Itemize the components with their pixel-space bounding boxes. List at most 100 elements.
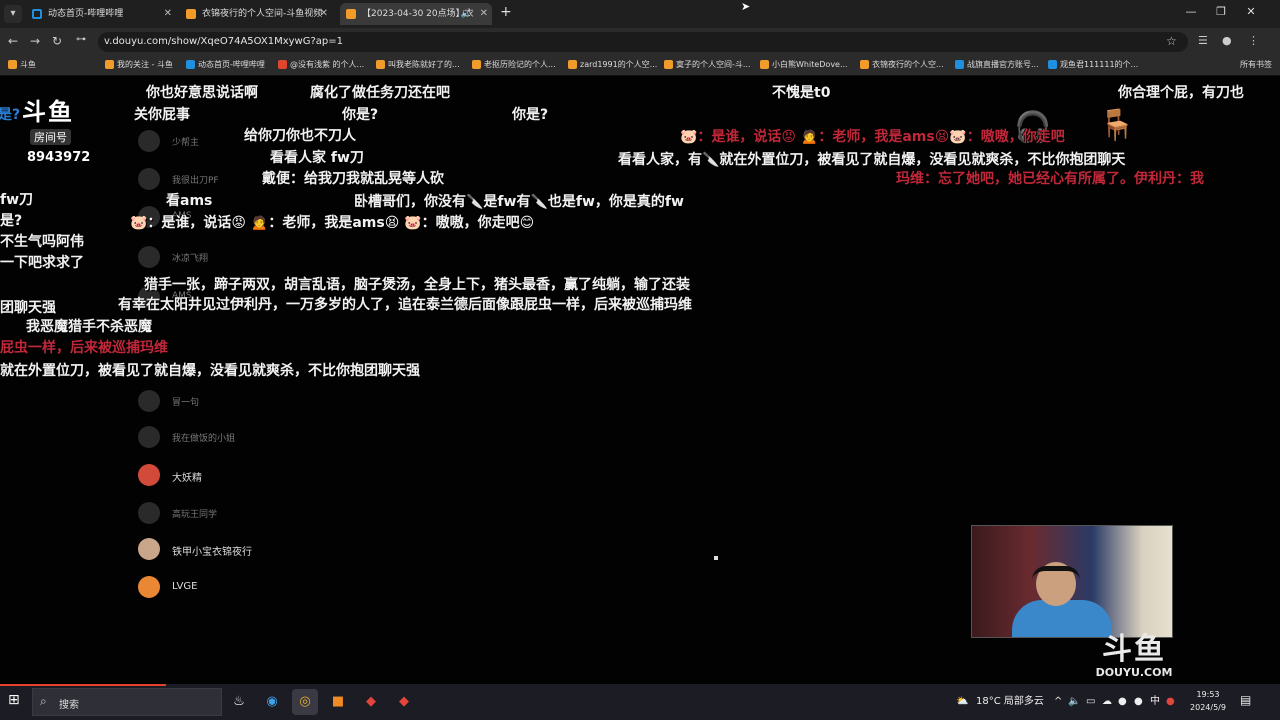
douyu-app-icon-2[interactable]: ◆ bbox=[391, 689, 417, 715]
menu-icon[interactable]: ⋮ bbox=[1248, 34, 1259, 47]
reload-button[interactable]: ↻ bbox=[52, 34, 62, 48]
bookmarks-bar: 所有书签 斗鱼 我的关注 - 斗鱼 动态首页-哔哩哔哩 @没有浅紫 的个人... 叫我老… bbox=[0, 56, 1280, 76]
bookmark-item[interactable]: 斗鱼 bbox=[8, 59, 36, 70]
bookmark-item[interactable]: 我的关注 - 斗鱼 bbox=[105, 59, 173, 70]
network-icon[interactable]: ▭ bbox=[1086, 684, 1095, 720]
video-progress-bar[interactable] bbox=[0, 684, 166, 686]
danmaku-comment: 看看人家，有🔪就在外置位刀，被看见了就自爆，没看见就爽杀，不比你抱团聊天 bbox=[618, 152, 1126, 168]
bookmark-star-icon[interactable]: ☆ bbox=[1166, 34, 1177, 48]
steam-icon[interactable]: ♨ bbox=[226, 689, 252, 715]
player-item: 高玩王同学 bbox=[138, 500, 338, 528]
bookmark-item[interactable]: 寞子的个人空间-斗... bbox=[664, 59, 751, 70]
taskbar-search[interactable]: ⌕ 搜索 bbox=[32, 688, 222, 716]
tray-app-icon-2[interactable]: ● bbox=[1134, 684, 1143, 720]
video-player[interactable]: 少帮主 我很出刀PF AMS 冰凉飞翔 AMS 冒一句 我在做饭的小姐 大妖精 高玩王同学 铁甲小… bbox=[0, 76, 1280, 684]
new-tab-button[interactable]: + bbox=[500, 4, 512, 20]
player-avatar-icon bbox=[138, 538, 160, 560]
tab-title: 衣锦夜行的个人空间-斗鱼视频 bbox=[202, 9, 323, 19]
bookmark-item[interactable]: 动态首页-哔哩哔哩 bbox=[186, 59, 265, 70]
profile-icon[interactable]: ● bbox=[1222, 34, 1232, 47]
volume-icon[interactable]: 🔈 bbox=[1068, 684, 1080, 720]
windows-start-icon[interactable]: ⊞ bbox=[8, 692, 24, 708]
cloud-icon[interactable]: ☁ bbox=[1102, 684, 1112, 720]
close-icon[interactable]: ✕ bbox=[164, 3, 172, 25]
bookmark-item[interactable]: @没有浅紫 的个人... bbox=[278, 59, 364, 70]
bookmark-item[interactable]: zard1991的个人空... bbox=[568, 59, 657, 70]
clock-time: 19:53 bbox=[1196, 690, 1220, 699]
douyu-app-icon[interactable]: ◆ bbox=[358, 689, 384, 715]
player-name: 大妖精 bbox=[172, 473, 202, 484]
player-name: 冰凉飞翔 bbox=[172, 254, 209, 264]
minimize-button[interactable]: — bbox=[1181, 5, 1201, 18]
tray-chevron-icon[interactable]: ^ bbox=[1054, 684, 1062, 720]
player-item: 冰凉飞翔 bbox=[138, 244, 338, 272]
tray-app-icon[interactable]: ● bbox=[1118, 684, 1127, 720]
close-icon[interactable]: ✕ bbox=[480, 3, 488, 25]
tab-current-video[interactable]: 【2023-04-30 20点场】衣 🔈 ✕ bbox=[340, 3, 492, 25]
danmaku-comment: 玛维：忘了她吧，她已经心有所属了。伊利丹：我 bbox=[896, 171, 1204, 187]
notification-icon[interactable]: ▤ bbox=[1240, 693, 1251, 707]
tab-douyu-space[interactable]: 衣锦夜行的个人空间-斗鱼视频 ✕ bbox=[180, 3, 332, 25]
address-bar[interactable]: v.douyu.com/show/XqeO74A5OX1MxywG?ap=1 bbox=[98, 32, 1188, 52]
danmaku-comment: 是? bbox=[0, 213, 23, 229]
player-item: 大妖精 bbox=[138, 462, 338, 490]
bookmark-item[interactable]: 观鱼君111111的个... bbox=[1048, 59, 1138, 70]
player-avatar-icon bbox=[138, 426, 160, 448]
player-avatar-icon bbox=[138, 502, 160, 524]
player-name: 高玩王同学 bbox=[172, 510, 218, 520]
bookmark-item[interactable]: 衣锦夜行的个人空... bbox=[860, 59, 944, 70]
tab-search-button[interactable]: ▾ bbox=[4, 5, 22, 23]
player-avatar-icon bbox=[138, 576, 160, 598]
player-name: 我很出刀PF bbox=[172, 176, 219, 186]
forward-button[interactable]: → bbox=[30, 34, 40, 48]
danmaku-comment: 卧槽哥们，你没有🔪是fw有🔪也是fw，你是真的fw bbox=[354, 194, 684, 210]
site-info-icon[interactable]: ⊶ bbox=[76, 34, 86, 45]
back-button[interactable]: ← bbox=[8, 34, 18, 48]
search-icon: ⌕ bbox=[40, 694, 47, 708]
chrome-icon[interactable]: ◎ bbox=[292, 689, 318, 715]
player-item: 冒一句 bbox=[138, 388, 338, 416]
danmaku-comment: 给你刀你也不刀人 bbox=[244, 128, 356, 144]
ime-indicator[interactable]: 中 bbox=[1150, 684, 1160, 720]
close-icon[interactable]: ✕ bbox=[320, 3, 328, 25]
room-number: 8943972 bbox=[27, 150, 91, 165]
app-orange-icon[interactable]: ■ bbox=[325, 689, 351, 715]
danmaku-comment: 关你屁事 bbox=[134, 107, 190, 123]
close-window-button[interactable]: ✕ bbox=[1241, 5, 1261, 18]
bookmark-favicon-icon bbox=[376, 60, 385, 69]
edge-icon[interactable]: ◉ bbox=[259, 689, 285, 715]
danmaku-comment: 不生气吗阿伟 bbox=[0, 234, 84, 250]
player-avatar-icon bbox=[138, 246, 160, 268]
restore-button[interactable]: ❐ bbox=[1211, 5, 1231, 18]
danmaku-comment: 不愧是t0 bbox=[772, 85, 831, 101]
weather-icon[interactable]: ⛅ bbox=[956, 684, 968, 720]
streamer-webcam bbox=[971, 525, 1173, 638]
speaker-icon[interactable]: 🔈 bbox=[461, 3, 472, 25]
reading-list-icon[interactable]: ☰ bbox=[1198, 34, 1208, 47]
player-avatar-icon bbox=[138, 390, 160, 412]
bookmark-label: 动态首页-哔哩哔哩 bbox=[198, 60, 265, 69]
bookmark-item[interactable]: 老抠历险记的个人... bbox=[472, 59, 556, 70]
bookmark-item[interactable]: 小白熊WhiteDove... bbox=[760, 59, 848, 70]
watermark-logo: 斗鱼 bbox=[1102, 632, 1166, 667]
bookmark-label: 叫我老陈就好了的... bbox=[388, 60, 460, 69]
bookmark-item[interactable]: 叫我老陈就好了的... bbox=[376, 59, 460, 70]
danmaku-comment: 猎手一张，蹄子两双，胡言乱语，脑子煲汤，全身上下，猪头最香，赢了纯躺，输了还装 bbox=[144, 277, 690, 293]
bookmark-item[interactable]: 战旗直播官方账号... bbox=[955, 59, 1039, 70]
danmaku-comment: 是? bbox=[0, 107, 21, 123]
system-clock[interactable]: 19:53 2024/5/9 bbox=[1188, 688, 1228, 714]
danmaku-comment: 屁虫一样，后来被巡捕玛维 bbox=[0, 340, 168, 356]
tray-app-icon-3[interactable]: ● bbox=[1166, 684, 1175, 720]
player-avatar-icon bbox=[138, 168, 160, 190]
weather-text[interactable]: 18°C 局部多云 bbox=[976, 684, 1044, 720]
danmaku-comment: 就在外置位刀，被看见了就自爆，没看见就爽杀，不比你抱团聊天强 bbox=[0, 363, 420, 379]
all-bookmarks-button[interactable]: 所有书签 bbox=[1240, 59, 1272, 70]
player-avatar-icon bbox=[138, 130, 160, 152]
bookmark-favicon-icon bbox=[760, 60, 769, 69]
bookmark-label: 老抠历险记的个人... bbox=[484, 60, 556, 69]
danmaku-comment: 腐化了做任务刀还在吧 bbox=[310, 85, 450, 101]
danmaku-comment: 你是? bbox=[342, 107, 379, 123]
danmaku-comment: 我恶魔猎手不杀恶魔 bbox=[26, 319, 152, 335]
tab-bilibili[interactable]: 动态首页-哔哩哔哩 ✕ bbox=[26, 3, 176, 25]
bookmark-label: 斗鱼 bbox=[20, 60, 36, 69]
